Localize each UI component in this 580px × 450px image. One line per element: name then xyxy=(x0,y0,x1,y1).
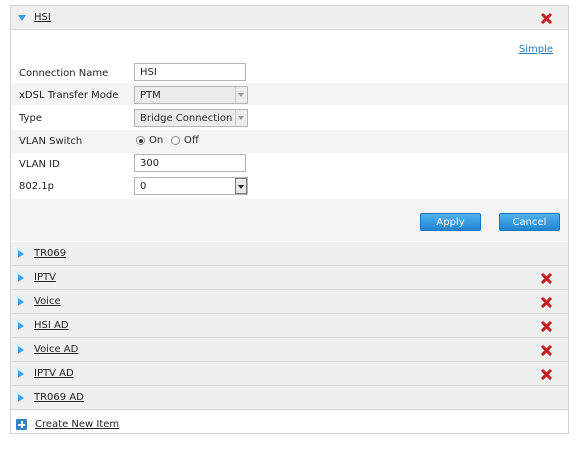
vlan-off-label: Off xyxy=(184,135,199,146)
delete-icon[interactable] xyxy=(541,273,552,284)
expand-arrow-icon[interactable] xyxy=(18,370,24,378)
type-value: Bridge Connection xyxy=(140,113,233,124)
vlan-switch-label: VLAN Switch xyxy=(19,136,83,147)
collapse-arrow-icon[interactable] xyxy=(18,15,26,21)
item-label[interactable]: TR069 xyxy=(34,248,66,259)
chevron-down-icon[interactable] xyxy=(235,178,247,194)
xdsl-mode-label: xDSL Transfer Mode xyxy=(19,90,119,101)
item-header-tr069-ad[interactable]: TR069 AD xyxy=(11,386,568,410)
wan-connection-panel: HSI Simple Connection Name HSI xDSL Tran… xyxy=(10,5,569,434)
item-label[interactable]: Voice AD xyxy=(34,344,78,355)
delete-icon[interactable] xyxy=(541,345,552,356)
item-header-iptv-ad[interactable]: IPTV AD xyxy=(11,362,568,386)
chevron-down-icon xyxy=(235,87,247,103)
dot1p-value: 0 xyxy=(140,181,147,192)
delete-icon[interactable] xyxy=(541,321,552,332)
xdsl-mode-value: PTM xyxy=(140,90,161,101)
row-background xyxy=(11,130,568,153)
item-header-iptv[interactable]: IPTV xyxy=(11,266,568,290)
plus-icon[interactable] xyxy=(16,419,27,430)
item-header-hsi[interactable]: HSI xyxy=(11,6,568,30)
create-new-item-link[interactable]: Create New Item xyxy=(35,419,119,430)
apply-button[interactable]: Apply xyxy=(420,213,481,231)
type-select[interactable]: Bridge Connection xyxy=(134,109,248,127)
chevron-down-icon xyxy=(235,110,247,126)
vlan-id-label: VLAN ID xyxy=(19,159,60,170)
item-header-voice-ad[interactable]: Voice AD xyxy=(11,338,568,362)
item-title-hsi[interactable]: HSI xyxy=(34,12,51,23)
expand-arrow-icon[interactable] xyxy=(18,250,24,258)
expand-arrow-icon[interactable] xyxy=(18,394,24,402)
simple-link[interactable]: Simple xyxy=(519,44,553,55)
expand-arrow-icon[interactable] xyxy=(18,346,24,354)
delete-icon[interactable] xyxy=(541,369,552,380)
expand-arrow-icon[interactable] xyxy=(18,274,24,282)
item-header-voice[interactable]: Voice xyxy=(11,290,568,314)
item-label[interactable]: IPTV AD xyxy=(34,368,74,379)
dot1p-label: 802.1p xyxy=(19,181,54,192)
item-header-tr069[interactable]: TR069 xyxy=(11,242,568,266)
dot1p-select[interactable]: 0 xyxy=(134,177,248,195)
delete-icon[interactable] xyxy=(541,297,552,308)
cancel-button[interactable]: Cancel xyxy=(499,213,560,231)
item-label[interactable]: IPTV xyxy=(34,272,56,283)
type-label: Type xyxy=(19,113,42,124)
button-bar xyxy=(11,199,568,241)
item-header-hsi-ad[interactable]: HSI AD xyxy=(11,314,568,338)
vlan-on-radio[interactable] xyxy=(136,136,145,145)
item-label[interactable]: Voice xyxy=(34,296,61,307)
expand-arrow-icon[interactable] xyxy=(18,298,24,306)
connection-name-input[interactable]: HSI xyxy=(134,63,246,81)
item-label[interactable]: HSI AD xyxy=(34,320,69,331)
expand-arrow-icon[interactable] xyxy=(18,322,24,330)
xdsl-mode-select[interactable]: PTM xyxy=(134,86,248,104)
item-label[interactable]: TR069 AD xyxy=(34,392,84,403)
delete-icon[interactable] xyxy=(541,13,552,24)
vlan-id-input[interactable]: 300 xyxy=(134,154,246,172)
vlan-off-radio[interactable] xyxy=(171,136,180,145)
connection-name-label: Connection Name xyxy=(19,68,109,79)
vlan-on-label: On xyxy=(149,135,164,146)
